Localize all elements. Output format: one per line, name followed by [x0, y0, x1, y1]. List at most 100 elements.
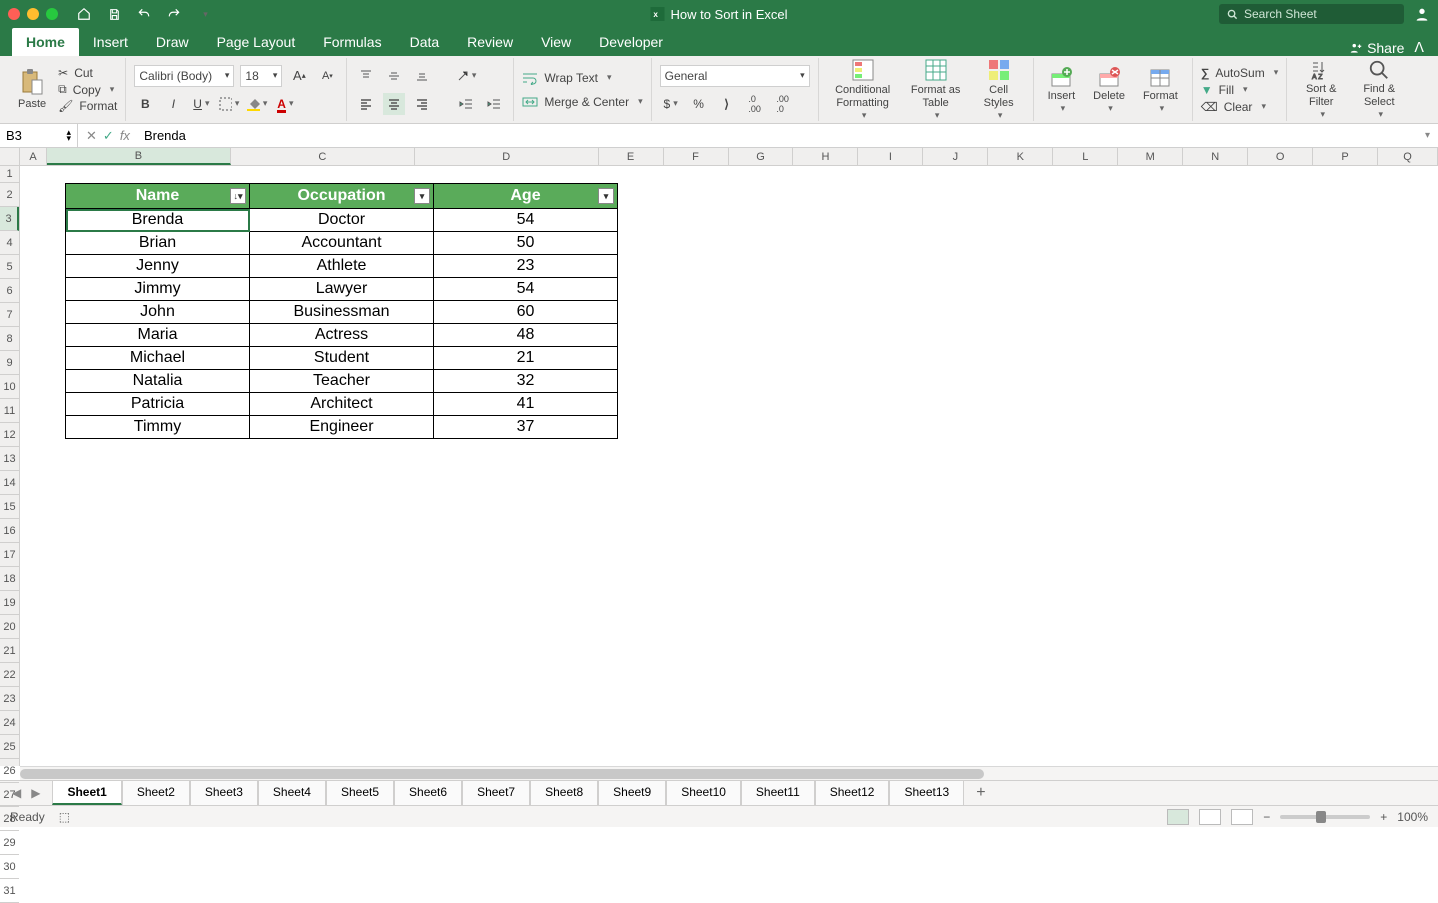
- cell[interactable]: 32: [434, 370, 618, 393]
- sheet-tab-sheet9[interactable]: Sheet9: [598, 781, 666, 805]
- search-sheet-input[interactable]: Search Sheet: [1219, 4, 1404, 24]
- add-sheet-button[interactable]: +: [964, 784, 997, 802]
- accept-formula-icon[interactable]: ✓: [103, 128, 114, 144]
- formula-input[interactable]: Brenda: [138, 128, 1417, 143]
- copy-button[interactable]: ⧉Copy: [58, 82, 117, 97]
- decrease-indent-button[interactable]: [455, 93, 477, 115]
- horizontal-scrollbar[interactable]: [20, 766, 1438, 780]
- cell[interactable]: 50: [434, 232, 618, 255]
- home-icon[interactable]: [76, 6, 92, 22]
- cut-button[interactable]: ✂Cut: [58, 66, 117, 80]
- cell[interactable]: Patricia: [66, 393, 250, 416]
- column-header-J[interactable]: J: [923, 148, 988, 165]
- cell-styles-button[interactable]: Cell Styles: [973, 56, 1025, 122]
- user-icon[interactable]: [1414, 6, 1430, 22]
- font-size-select[interactable]: 18▾: [240, 65, 282, 87]
- row-header-6[interactable]: 6: [0, 279, 19, 303]
- wrap-text-button[interactable]: Wrap Text: [522, 71, 642, 85]
- font-color-button[interactable]: A: [274, 93, 296, 115]
- sort-filter-button[interactable]: A ZSort & Filter: [1295, 57, 1347, 121]
- underline-button[interactable]: U: [190, 93, 212, 115]
- increase-font-button[interactable]: A▴: [288, 65, 310, 87]
- minimize-window-button[interactable]: [27, 8, 39, 20]
- cell[interactable]: Doctor: [250, 209, 434, 232]
- row-header-10[interactable]: 10: [0, 375, 19, 399]
- row-header-3[interactable]: 3: [0, 207, 19, 231]
- row-header-18[interactable]: 18: [0, 567, 19, 591]
- cell[interactable]: Jenny: [66, 255, 250, 278]
- cell[interactable]: 60: [434, 301, 618, 324]
- row-header-25[interactable]: 25: [0, 735, 19, 759]
- column-header-O[interactable]: O: [1248, 148, 1313, 165]
- autosum-button[interactable]: ∑AutoSum: [1201, 66, 1278, 80]
- column-header-Q[interactable]: Q: [1378, 148, 1438, 165]
- normal-view-button[interactable]: [1167, 809, 1189, 825]
- decrease-decimal-button[interactable]: .00.0: [772, 93, 794, 115]
- italic-button[interactable]: I: [162, 93, 184, 115]
- cell[interactable]: Brian: [66, 232, 250, 255]
- row-header-13[interactable]: 13: [0, 447, 19, 471]
- cell[interactable]: John: [66, 301, 250, 324]
- row-header-17[interactable]: 17: [0, 543, 19, 567]
- column-header-H[interactable]: H: [793, 148, 858, 165]
- maximize-window-button[interactable]: [46, 8, 58, 20]
- align-top-button[interactable]: [355, 65, 377, 87]
- row-header-21[interactable]: 21: [0, 639, 19, 663]
- fill-color-button[interactable]: [246, 93, 268, 115]
- row-header-12[interactable]: 12: [0, 423, 19, 447]
- increase-decimal-button[interactable]: .0.00: [744, 93, 766, 115]
- zoom-slider[interactable]: [1280, 815, 1370, 819]
- name-box[interactable]: B3 ▴▾: [0, 124, 78, 147]
- cell[interactable]: Athlete: [250, 255, 434, 278]
- merge-center-button[interactable]: Merge & Center: [522, 95, 642, 109]
- row-header-2[interactable]: 2: [0, 183, 19, 207]
- align-middle-button[interactable]: [383, 65, 405, 87]
- comma-button[interactable]: ⟩: [716, 93, 738, 115]
- cell[interactable]: 37: [434, 416, 618, 439]
- clear-button[interactable]: ⌫Clear: [1201, 100, 1278, 114]
- row-header-16[interactable]: 16: [0, 519, 19, 543]
- cell[interactable]: Jimmy: [66, 278, 250, 301]
- column-header-I[interactable]: I: [858, 148, 923, 165]
- fill-button[interactable]: ▼Fill: [1201, 83, 1278, 97]
- cell[interactable]: Actress: [250, 324, 434, 347]
- cell[interactable]: 54: [434, 278, 618, 301]
- row-header-26[interactable]: 26: [0, 759, 19, 783]
- column-header-E[interactable]: E: [599, 148, 664, 165]
- sheet-tab-sheet7[interactable]: Sheet7: [462, 781, 530, 805]
- row-header-22[interactable]: 22: [0, 663, 19, 687]
- cell[interactable]: Student: [250, 347, 434, 370]
- column-header-A[interactable]: A: [20, 148, 47, 165]
- row-header-24[interactable]: 24: [0, 711, 19, 735]
- sheet-tab-sheet4[interactable]: Sheet4: [258, 781, 326, 805]
- select-all-corner[interactable]: [0, 148, 20, 166]
- bold-button[interactable]: B: [134, 93, 156, 115]
- delete-cells-button[interactable]: Delete: [1087, 64, 1131, 116]
- row-header-15[interactable]: 15: [0, 495, 19, 519]
- sheet-tab-sheet6[interactable]: Sheet6: [394, 781, 462, 805]
- border-button[interactable]: [218, 93, 240, 115]
- tab-formulas[interactable]: Formulas: [309, 28, 395, 56]
- sheet-tab-sheet12[interactable]: Sheet12: [815, 781, 890, 805]
- filter-button-age[interactable]: ▾: [598, 188, 614, 204]
- paste-button[interactable]: Paste: [12, 66, 52, 112]
- format-painter-button[interactable]: 🖌Format: [58, 99, 117, 113]
- sheet-tab-sheet10[interactable]: Sheet10: [666, 781, 741, 805]
- align-left-button[interactable]: [355, 93, 377, 115]
- scrollbar-thumb[interactable]: [20, 769, 984, 779]
- column-header-L[interactable]: L: [1053, 148, 1118, 165]
- tab-view[interactable]: View: [527, 28, 585, 56]
- cell[interactable]: 23: [434, 255, 618, 278]
- row-header-8[interactable]: 8: [0, 327, 19, 351]
- page-break-view-button[interactable]: [1231, 809, 1253, 825]
- cell[interactable]: 48: [434, 324, 618, 347]
- tab-developer[interactable]: Developer: [585, 28, 677, 56]
- row-header-11[interactable]: 11: [0, 399, 19, 423]
- column-header-M[interactable]: M: [1118, 148, 1183, 165]
- cell[interactable]: Natalia: [66, 370, 250, 393]
- close-window-button[interactable]: [8, 8, 20, 20]
- cell[interactable]: Engineer: [250, 416, 434, 439]
- tab-data[interactable]: Data: [396, 28, 454, 56]
- row-header-29[interactable]: 29: [0, 831, 19, 855]
- row-header-20[interactable]: 20: [0, 615, 19, 639]
